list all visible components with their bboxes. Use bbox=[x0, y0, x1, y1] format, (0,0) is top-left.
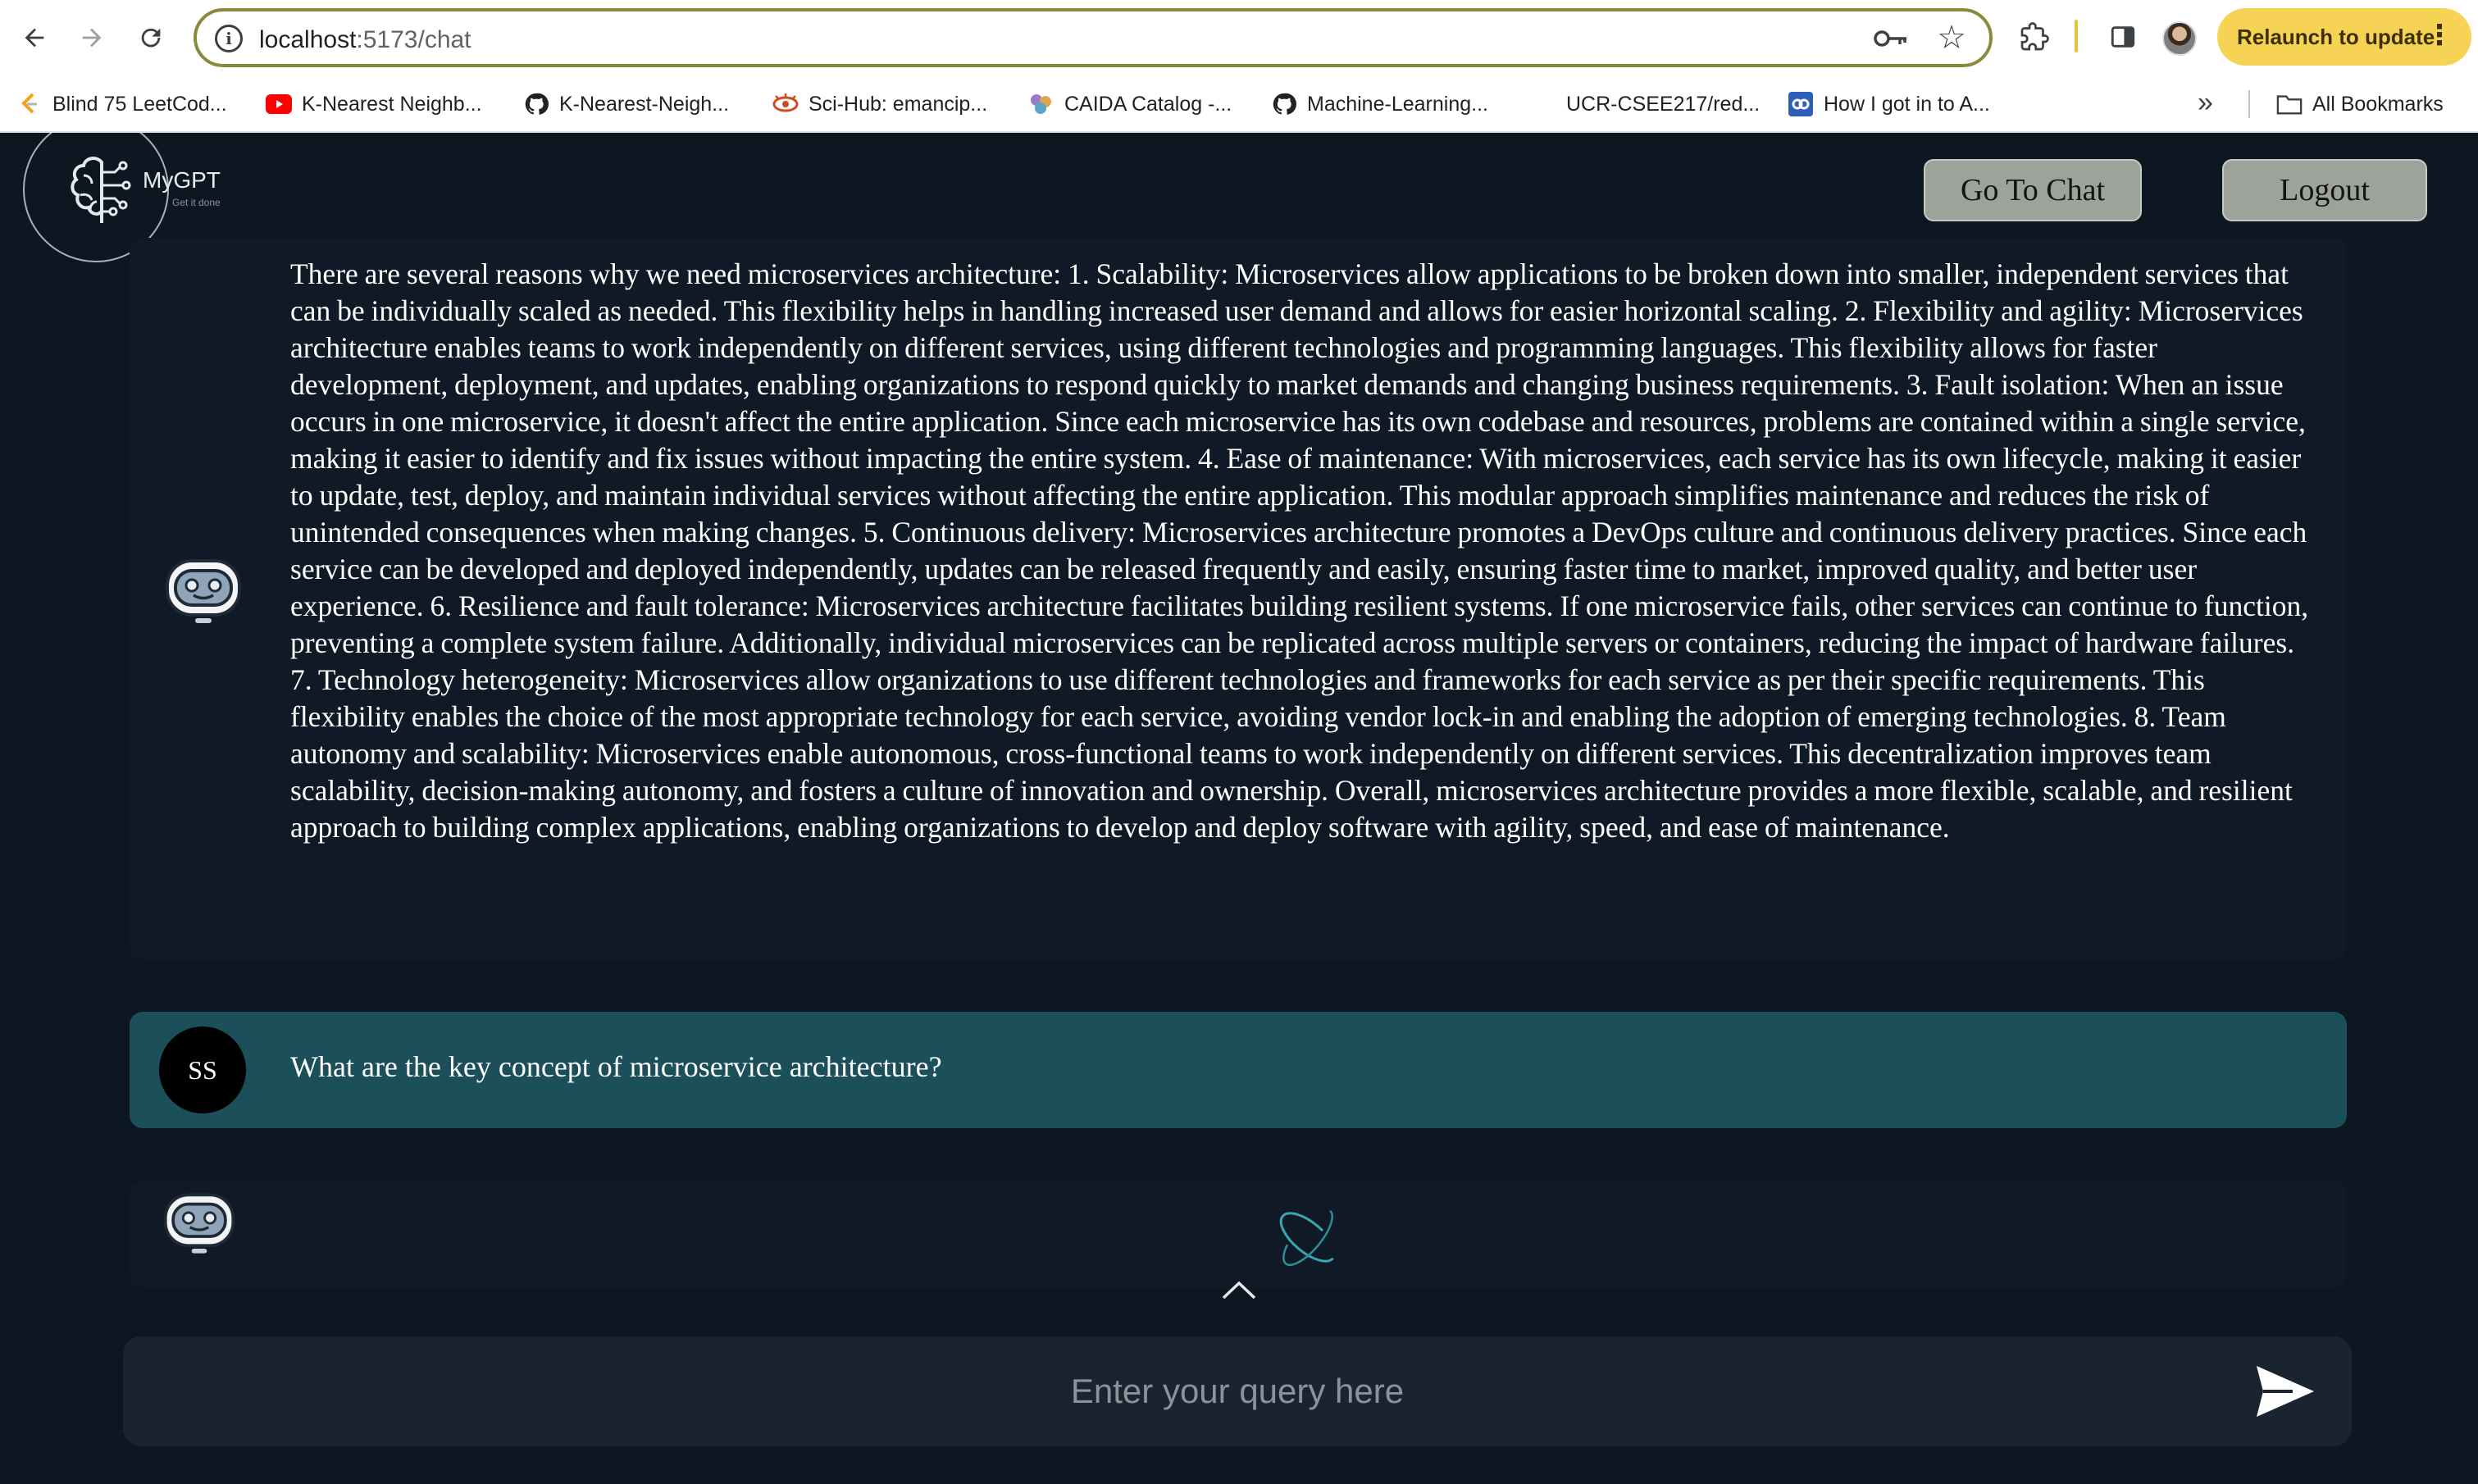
loading-spinner-icon bbox=[1279, 1208, 1337, 1267]
folder-icon bbox=[2276, 91, 2303, 117]
bookmark-star-icon[interactable]: ☆ bbox=[1937, 21, 1966, 54]
url-path: :5173/chat bbox=[356, 26, 471, 53]
toolbar-divider bbox=[2075, 20, 2078, 52]
github-icon bbox=[1528, 91, 1532, 117]
side-panel-icon[interactable] bbox=[2104, 18, 2142, 56]
bookmarks-divider bbox=[2248, 90, 2250, 118]
bookmark-label: UCR-CSEE217/red... bbox=[1566, 92, 1761, 116]
relaunch-label: Relaunch to update bbox=[2237, 24, 2435, 49]
youtube-icon bbox=[266, 91, 292, 117]
all-bookmarks-button[interactable]: All Bookmarks bbox=[2276, 89, 2444, 120]
query-bar bbox=[123, 1336, 2352, 1446]
chevron-double-right-icon[interactable]: » bbox=[2198, 87, 2213, 119]
forward-button[interactable] bbox=[71, 16, 113, 59]
bookmark-item[interactable]: Machine-Learning... bbox=[1271, 89, 1488, 120]
reload-button[interactable] bbox=[130, 16, 172, 59]
leetcode-icon bbox=[16, 91, 43, 117]
bookmark-label: K-Nearest Neighb... bbox=[302, 92, 482, 116]
bookmark-label: How I got in to A... bbox=[1824, 92, 1990, 116]
go-to-chat-button[interactable]: Go To Chat bbox=[1924, 159, 2142, 221]
bookmark-item[interactable]: K-Nearest-Neigh... bbox=[523, 89, 729, 120]
logo-tagline: Get it done bbox=[172, 197, 221, 208]
assistant-loading-message bbox=[130, 1181, 2347, 1287]
user-message: SS What are the key concept of microserv… bbox=[130, 1012, 2347, 1128]
profile-avatar[interactable] bbox=[2162, 21, 2197, 56]
logo-name: MyGPT bbox=[143, 167, 221, 193]
arrow-left-icon bbox=[25, 28, 44, 48]
bookmark-item[interactable]: How I got in to A... bbox=[1788, 89, 1990, 120]
bookmark-item[interactable]: CAIDA Catalog -... bbox=[1028, 89, 1232, 120]
reload-icon bbox=[141, 28, 161, 48]
chat-app: MyGPT Get it done Go To Chat Logout Ther… bbox=[0, 133, 2478, 1484]
bookmark-item[interactable]: K-Nearest Neighb... bbox=[266, 89, 482, 120]
github-icon bbox=[1271, 91, 1297, 117]
github-icon bbox=[523, 91, 549, 117]
logout-button[interactable]: Logout bbox=[2222, 159, 2427, 221]
bookmark-label: Machine-Learning... bbox=[1307, 92, 1488, 116]
bookmark-label: Sci-Hub: emancip... bbox=[809, 92, 988, 116]
url-host: localhost bbox=[259, 26, 357, 53]
user-message-text: What are the key concept of microservice… bbox=[290, 1050, 942, 1083]
bot-avatar-icon bbox=[163, 1193, 235, 1254]
back-button[interactable] bbox=[13, 16, 56, 59]
url-text[interactable]: localhost:5173/chat bbox=[259, 26, 471, 54]
bookmark-item[interactable]: Sci-Hub: emancip... bbox=[772, 89, 987, 120]
bookmark-label: Blind 75 LeetCod... bbox=[52, 92, 227, 116]
scihub-icon bbox=[772, 91, 799, 117]
relaunch-button[interactable]: Relaunch to update ⋮ bbox=[2217, 8, 2471, 66]
bot-avatar-icon bbox=[166, 559, 241, 623]
bookmark-item[interactable]: UCR-CSEE217/red... bbox=[1528, 89, 1760, 120]
bookmark-label: K-Nearest-Neigh... bbox=[559, 92, 730, 116]
more-menu-icon[interactable]: ⋮ bbox=[2426, 21, 2453, 49]
send-icon[interactable] bbox=[2253, 1363, 2317, 1420]
password-key-icon[interactable] bbox=[1873, 26, 1909, 51]
link-icon bbox=[1788, 91, 1814, 117]
bookmark-label: CAIDA Catalog -... bbox=[1064, 92, 1232, 116]
extensions-icon[interactable] bbox=[2016, 18, 2053, 56]
brain-circuit-icon[interactable] bbox=[66, 151, 141, 226]
all-bookmarks-label: All Bookmarks bbox=[2312, 92, 2444, 116]
arrow-right-icon bbox=[82, 28, 102, 48]
site-info-icon[interactable]: i bbox=[215, 25, 243, 52]
bookmark-item[interactable]: Blind 75 LeetCod... bbox=[16, 89, 227, 120]
assistant-message: There are several reasons why we need mi… bbox=[130, 238, 2347, 959]
assistant-message-text: There are several reasons why we need mi… bbox=[290, 257, 2309, 844]
chevron-up-icon[interactable] bbox=[1220, 1277, 1258, 1301]
bookmarks-bar: Blind 75 LeetCod... K-Nearest Neighb... … bbox=[0, 75, 2478, 133]
query-input[interactable] bbox=[123, 1336, 2352, 1446]
caida-icon bbox=[1028, 91, 1055, 117]
address-bar[interactable]: i localhost:5173/chat ☆ bbox=[194, 8, 1993, 67]
browser-toolbar: i localhost:5173/chat ☆ Relaunch to upda… bbox=[0, 0, 2478, 75]
user-avatar: SS bbox=[159, 1027, 246, 1113]
